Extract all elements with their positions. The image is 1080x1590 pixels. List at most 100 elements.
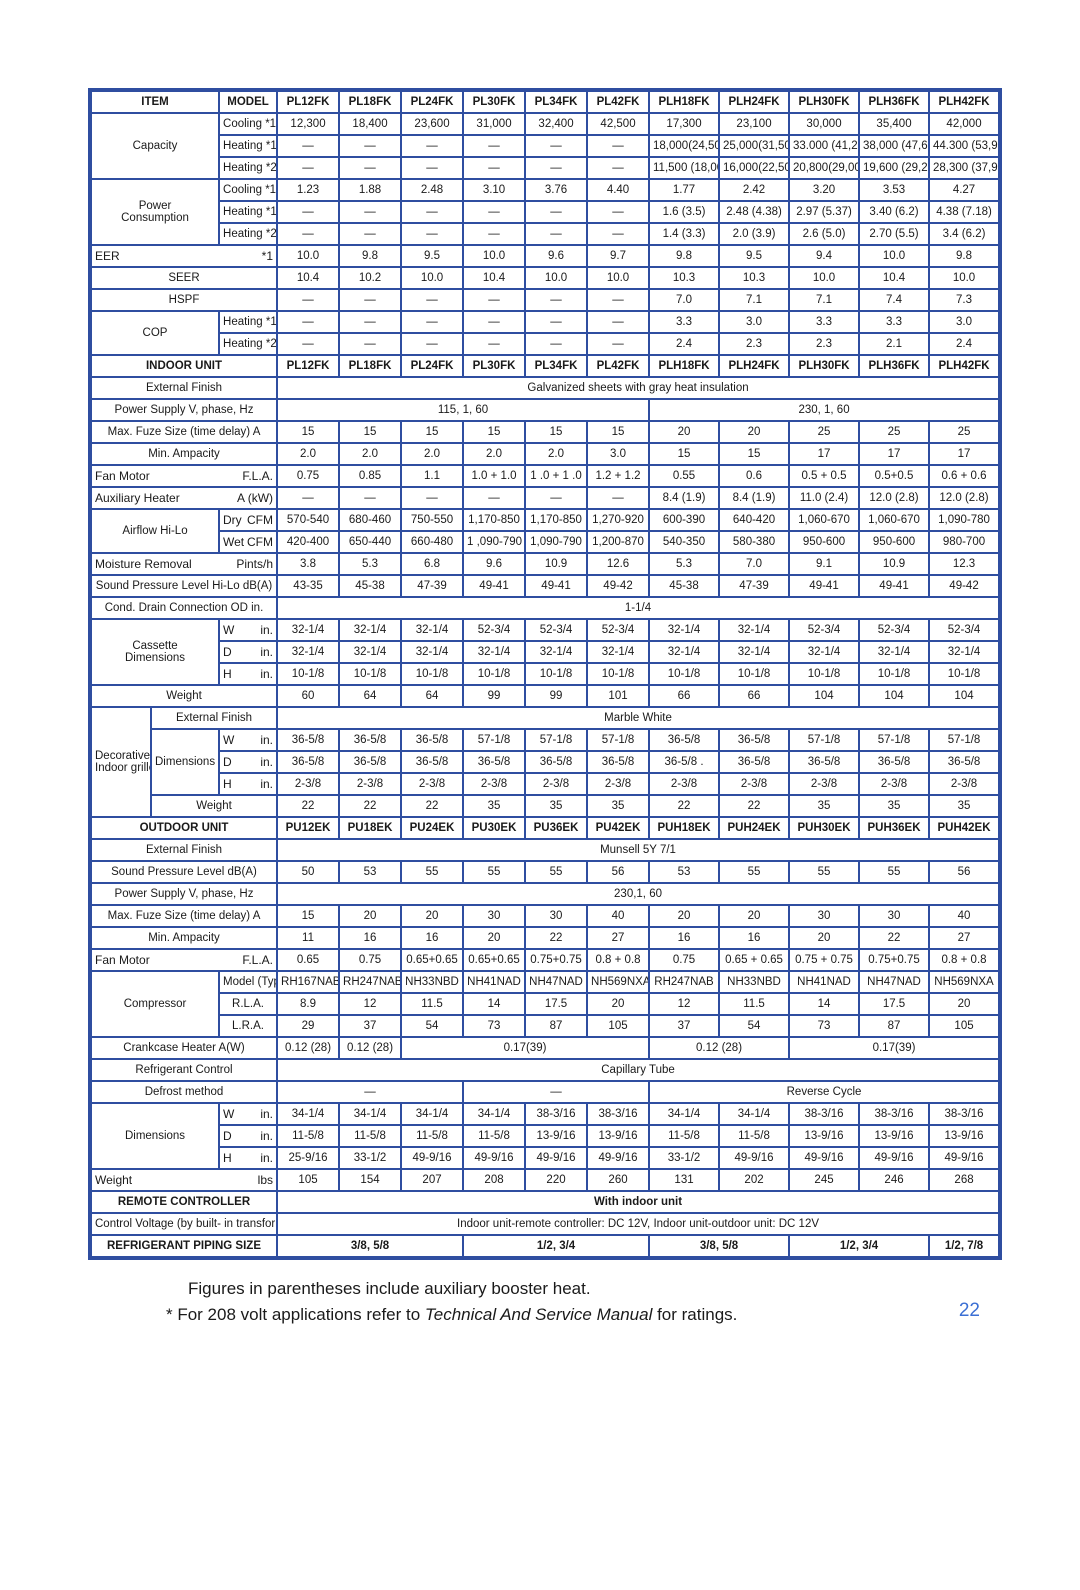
cell: 0.6 + 0.6 <box>929 465 1000 487</box>
cell: 207 <box>401 1169 464 1191</box>
sub-power-heating1: Heating *1 kW <box>219 201 278 223</box>
cell: 32-1/4 <box>277 641 340 663</box>
cell: RH247NAB <box>649 971 720 993</box>
table-body: ITEM MODEL PL12FK PL18FK PL24FK PL30FK P… <box>91 91 1000 1257</box>
cell: 4.38 (7.18) <box>929 201 1000 223</box>
header-model-9: PLH36FK <box>859 91 930 113</box>
cell: 45-38 <box>339 575 402 597</box>
label-indoor-airflow: Airflow Hi-Lo <box>91 509 220 553</box>
cell: 12,300 <box>277 113 340 135</box>
cell: 52-3/4 <box>525 619 588 641</box>
cell: — <box>525 311 588 333</box>
indoor-model-2: PL24FK <box>401 355 464 377</box>
cell: 15 <box>719 443 790 465</box>
cell: 32-1/4 <box>719 641 790 663</box>
outdoor-model-4: PU36EK <box>525 817 588 839</box>
cell: 2.6 (5.0) <box>789 223 860 245</box>
cell: 22 <box>525 927 588 949</box>
cell: 540-350 <box>649 531 720 553</box>
cell: 10.0 <box>587 267 650 289</box>
cell: — <box>277 223 340 245</box>
cell: 29 <box>277 1015 340 1037</box>
cell: 36-5/8 <box>719 729 790 751</box>
cell: 9.8 <box>929 245 1000 267</box>
cell: — <box>463 333 526 355</box>
cell: 0.8 + 0.8 <box>929 949 1000 971</box>
label-refrigerant-control: Refrigerant Control <box>91 1059 278 1081</box>
label-outdoor-fan-motor: Fan Motor F.L.A. <box>91 949 278 971</box>
cell: NH33NBD <box>401 971 464 993</box>
cell: 15 <box>339 421 402 443</box>
cell: 49-9/16 <box>859 1147 930 1169</box>
cell: 43-35 <box>277 575 340 597</box>
cell: 32-1/4 <box>277 619 340 641</box>
cell: 2-3/8 <box>929 773 1000 795</box>
value-control-voltage: Indoor unit-remote controller: DC 12V, I… <box>277 1213 1000 1235</box>
cell: 34-1/4 <box>277 1103 340 1125</box>
cell: 3.76 <box>525 179 588 201</box>
cell: 49-9/16 <box>401 1147 464 1169</box>
cell: 1.0 + 1.0 <box>463 465 526 487</box>
cell: 0.65 + 0.65 <box>719 949 790 971</box>
label-eer: EER *1 <box>91 245 278 267</box>
cell: 10.3 <box>649 267 720 289</box>
cell: 36-5/8 <box>277 751 340 773</box>
cell: 20 <box>719 421 790 443</box>
cell: — <box>463 289 526 311</box>
cell: NH33NBD <box>719 971 790 993</box>
indoor-model-7: PLH24FK <box>719 355 790 377</box>
cell: 55 <box>463 861 526 883</box>
cell: 5.3 <box>649 553 720 575</box>
cell: — <box>587 333 650 355</box>
cell: 0.17(39) <box>789 1037 1000 1059</box>
cell: 11-5/8 <box>463 1125 526 1147</box>
cell: 87 <box>859 1015 930 1037</box>
cell: 12 <box>649 993 720 1015</box>
cell: 57-1/8 <box>789 729 860 751</box>
label-outdoor-weight-text: Weight <box>95 1172 133 1187</box>
cell: 2.48 (4.38) <box>719 201 790 223</box>
cell: 38,000 (47,600) <box>859 135 930 157</box>
cell: 7.4 <box>859 289 930 311</box>
sub-cassette-d: Din. <box>219 641 278 663</box>
row-decorative-weight: Weight 22 22 22 35 35 35 22 22 35 35 35 <box>91 795 1000 817</box>
cell: NH47NAD <box>859 971 930 993</box>
label-outdoor-weight-unit: lbs <box>257 1172 274 1187</box>
value-indoor-power-supply-right: 230, 1, 60 <box>649 399 1000 421</box>
cell: 87 <box>525 1015 588 1037</box>
row-crankcase-heater: Crankcase Heater A(W) 0.12 (28) 0.12 (28… <box>91 1037 1000 1059</box>
cell: 27 <box>929 927 1000 949</box>
row-decorative-h: Hin. 2-3/8 2-3/8 2-3/8 2-3/8 2-3/8 2-3/8… <box>91 773 1000 795</box>
cell: 15 <box>587 421 650 443</box>
cell: 3.0 <box>929 311 1000 333</box>
label-indoor-aux-heater: Auxiliary Heater A (kW) <box>91 487 278 509</box>
cell: 35 <box>859 795 930 817</box>
label-indoor-aux-heater-unit: A (kW) <box>237 490 274 505</box>
cell: 32-1/4 <box>789 641 860 663</box>
sub-airflow-wet-unit: CFM <box>247 534 274 549</box>
cell: 34-1/4 <box>649 1103 720 1125</box>
cell: 49-41 <box>463 575 526 597</box>
cell: 12.3 <box>929 553 1000 575</box>
label-outdoor-max-fuze: Max. Fuze Size (time delay) A <box>91 905 278 927</box>
cell: 0.12 (28) <box>277 1037 340 1059</box>
cell: 10.0 <box>401 267 464 289</box>
cell: 2.0 <box>463 443 526 465</box>
cell: 10-1/8 <box>401 663 464 685</box>
cell: 0.75 <box>277 465 340 487</box>
label-outdoor-fan-motor-text: Fan Motor <box>95 952 150 967</box>
cell: 570-540 <box>277 509 340 531</box>
sub-capacity-cooling: Cooling *1 BTU/h <box>219 113 278 135</box>
cell: 16,000(22,500) <box>719 157 790 179</box>
cell: 32,400 <box>525 113 588 135</box>
row-outdoor-dim-w: Dimensions Win. 34-1/4 34-1/4 34-1/4 34-… <box>91 1103 1000 1169</box>
cell: 2-3/8 <box>859 773 930 795</box>
cell: 38-3/16 <box>859 1103 930 1125</box>
cell: 2-3/8 <box>789 773 860 795</box>
cell: — <box>587 223 650 245</box>
cell: 11 <box>277 927 340 949</box>
header-model-0: PL12FK <box>277 91 340 113</box>
cell: 11.5 <box>719 993 790 1015</box>
header-model-6: PLH18FK <box>649 91 720 113</box>
cell: 5.3 <box>339 553 402 575</box>
